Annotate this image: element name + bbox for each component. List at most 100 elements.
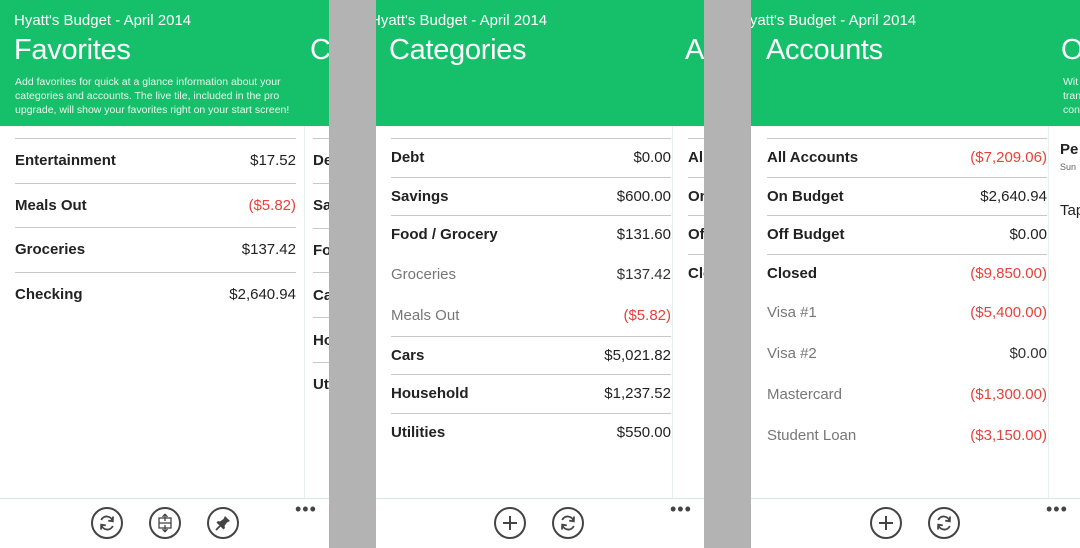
more-options-button[interactable]: ••• — [670, 500, 692, 518]
peek-item[interactable]: Sav — [313, 182, 329, 228]
item-value: $1,237.52 — [604, 385, 671, 403]
item-name: Food / Grocery — [391, 226, 498, 244]
refresh-button[interactable] — [928, 507, 960, 539]
list-item[interactable]: Meals Out ($5.82) — [15, 182, 296, 228]
item-value: $17.52 — [250, 152, 296, 170]
sort-icon — [158, 513, 172, 533]
item-name: Groceries — [15, 241, 86, 259]
more-options-button[interactable]: ••• — [295, 500, 317, 518]
peek-item[interactable]: Hou — [313, 317, 329, 362]
peek-item[interactable]: Clo — [688, 253, 704, 293]
list-subitem[interactable]: Visa #2 $0.00 — [767, 333, 1047, 374]
item-name: Groceries — [391, 265, 457, 283]
item-name: Off Budget — [767, 226, 845, 244]
next-page-list-peek: All On Off Clo — [688, 138, 704, 292]
item-name: All Accounts — [767, 149, 859, 167]
item-name: Savings — [391, 187, 449, 205]
item-value: ($5,400.00) — [970, 304, 1047, 321]
list-subitem[interactable]: Meals Out ($5.82) — [391, 295, 671, 336]
next-page-description-peek: Wit tran con — [1063, 75, 1080, 117]
list-subitem[interactable]: Visa #1 ($5,400.00) — [767, 292, 1047, 333]
next-page-title-peek[interactable]: O — [1061, 34, 1080, 67]
list-item[interactable]: All Accounts ($7,209.06) — [767, 138, 1047, 177]
add-button[interactable] — [870, 507, 902, 539]
item-name: Meals Out — [15, 196, 87, 214]
divider — [1048, 126, 1049, 498]
accounts-header: Hyatt's Budget - April 2014 Accounts O W… — [751, 0, 1080, 126]
item-name: On Budget — [767, 187, 844, 205]
app-bar: ••• — [751, 498, 1080, 548]
item-name: Closed — [767, 264, 818, 282]
sort-button[interactable] — [149, 507, 181, 539]
item-name: Entertainment — [15, 152, 116, 170]
list-item[interactable]: Entertainment $17.52 — [15, 138, 296, 183]
next-page-title-peek[interactable]: C — [310, 34, 329, 67]
item-value: ($7,209.06) — [970, 149, 1047, 167]
next-page-item-peek[interactable]: Pe — [1060, 141, 1078, 158]
page-title[interactable]: Accounts — [766, 34, 883, 67]
peek-desc-line: tran — [1063, 90, 1080, 102]
list-item[interactable]: Household $1,237.52 — [391, 374, 671, 413]
peek-item[interactable]: All — [688, 138, 704, 177]
item-value: ($5.82) — [623, 306, 671, 324]
favorites-header: Hyatt's Budget - April 2014 Favorites C … — [0, 0, 329, 126]
page-title[interactable]: Favorites — [14, 34, 131, 67]
peek-item[interactable]: Uti — [313, 361, 329, 407]
list-subitem[interactable]: Student Loan ($3,150.00) — [767, 415, 1047, 456]
categories-screen: Hyatt's Budget - April 2014 Categories A… — [376, 0, 704, 548]
app-title: Hyatt's Budget - April 2014 — [14, 12, 192, 29]
item-value: $5,021.82 — [604, 346, 671, 364]
next-page-title-peek[interactable]: Ac — [685, 34, 704, 67]
item-value: $131.60 — [616, 226, 671, 244]
item-name: Household — [391, 385, 469, 403]
peek-item[interactable]: Off — [688, 215, 704, 254]
categories-list: Debt $0.00 Savings $600.00 Food / Grocer… — [391, 138, 671, 451]
pin-button[interactable] — [207, 507, 239, 539]
item-value: $2,640.94 — [229, 285, 296, 303]
next-page-hint-peek: Tap — [1060, 202, 1080, 219]
list-subitem[interactable]: Mastercard ($1,300.00) — [767, 374, 1047, 415]
next-page-list-peek: Det Sav Foo Car Hou Uti — [313, 138, 329, 407]
favorites-list: Entertainment $17.52 Meals Out ($5.82) G… — [15, 138, 296, 316]
accounts-list: All Accounts ($7,209.06) On Budget $2,64… — [767, 138, 1047, 456]
add-icon — [503, 516, 517, 530]
peek-desc-line: Wit — [1063, 76, 1079, 88]
list-item[interactable]: Checking $2,640.94 — [15, 271, 296, 317]
item-value: $137.42 — [241, 241, 296, 259]
refresh-icon — [937, 515, 951, 531]
list-item[interactable]: Closed ($9,850.00) — [767, 253, 1047, 293]
list-subitem[interactable]: Groceries $137.42 — [391, 254, 671, 295]
app-bar: ••• — [376, 498, 704, 548]
pin-icon — [215, 516, 230, 531]
item-name: Debt — [391, 149, 425, 167]
list-item[interactable]: Food / Grocery $131.60 — [391, 215, 671, 254]
peek-item[interactable]: Det — [313, 138, 329, 183]
item-name: Mastercard — [767, 386, 843, 403]
item-value: $137.42 — [616, 265, 671, 283]
list-item[interactable]: Off Budget $0.00 — [767, 215, 1047, 254]
item-name: Student Loan — [767, 427, 857, 444]
list-item[interactable]: Utilities $550.00 — [391, 412, 671, 452]
peek-item[interactable]: On — [688, 176, 704, 216]
next-page-subtext-peek: Sun — [1060, 162, 1077, 172]
add-icon — [879, 516, 893, 530]
page-title[interactable]: Categories — [389, 34, 527, 67]
peek-item[interactable]: Foo — [313, 227, 329, 273]
list-item[interactable]: Savings $600.00 — [391, 176, 671, 216]
item-value: $600.00 — [616, 187, 671, 205]
list-item[interactable]: Cars $5,021.82 — [391, 335, 671, 375]
item-name: Cars — [391, 346, 425, 364]
item-value: $550.00 — [616, 423, 671, 441]
favorites-screen: Hyatt's Budget - April 2014 Favorites C … — [0, 0, 329, 548]
categories-header: Hyatt's Budget - April 2014 Categories A… — [376, 0, 704, 126]
peek-item[interactable]: Car — [313, 272, 329, 317]
list-item[interactable]: On Budget $2,640.94 — [767, 176, 1047, 216]
list-item[interactable]: Groceries $137.42 — [15, 227, 296, 272]
more-options-button[interactable]: ••• — [1046, 500, 1068, 518]
item-value: $2,640.94 — [980, 187, 1047, 205]
refresh-button[interactable] — [91, 507, 123, 539]
list-item[interactable]: Debt $0.00 — [391, 138, 671, 177]
item-name: Utilities — [391, 423, 446, 441]
add-button[interactable] — [494, 507, 526, 539]
refresh-button[interactable] — [552, 507, 584, 539]
